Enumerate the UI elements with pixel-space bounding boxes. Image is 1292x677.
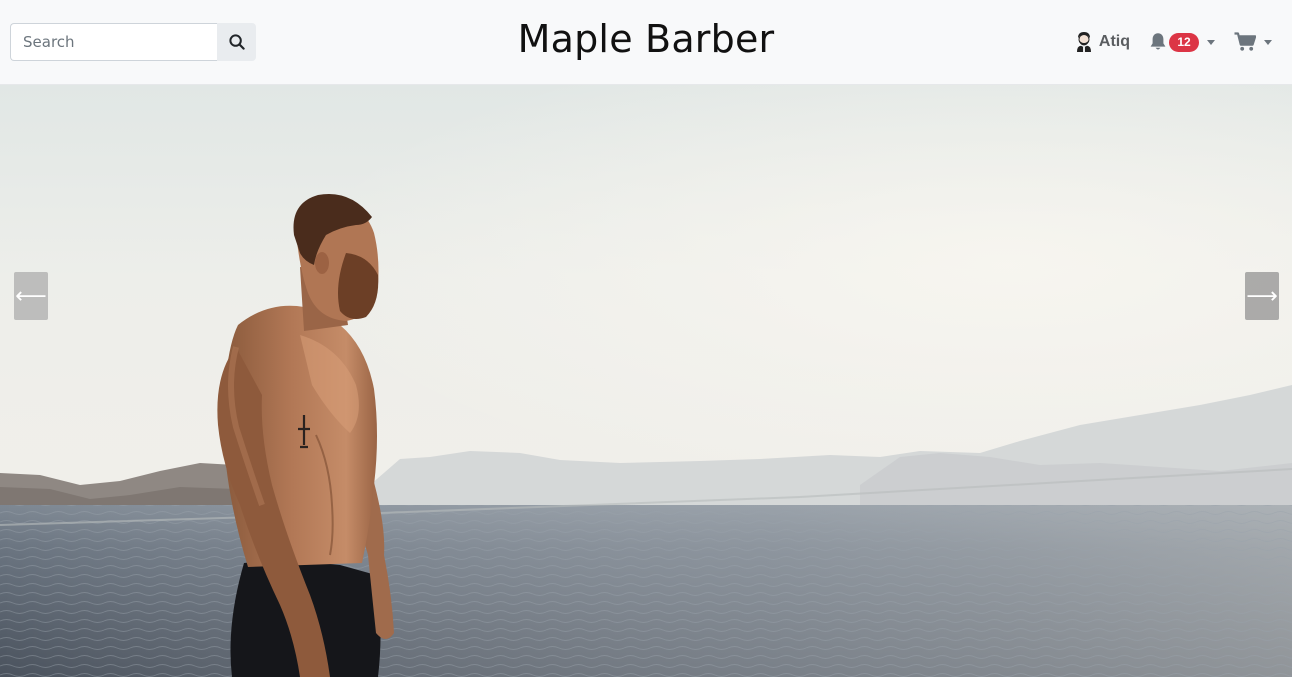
chevron-down-icon bbox=[1264, 39, 1272, 45]
search-icon bbox=[228, 34, 245, 50]
cart-dropdown[interactable] bbox=[1234, 32, 1272, 52]
cart-icon bbox=[1234, 32, 1256, 51]
barber-avatar-icon bbox=[1076, 32, 1091, 52]
bell-icon bbox=[1150, 33, 1166, 50]
user-profile-link[interactable]: Atiq bbox=[1075, 31, 1130, 53]
search-input[interactable] bbox=[10, 23, 217, 61]
carousel-prev-button[interactable]: ⟵ bbox=[14, 272, 48, 320]
arrow-left-icon: ⟵ bbox=[15, 283, 47, 309]
arrow-right-icon: ⟶ bbox=[1246, 283, 1278, 309]
nav-right-group: Atiq 12 bbox=[1075, 28, 1272, 56]
brand-title[interactable]: Maple Barber bbox=[518, 17, 775, 61]
user-name: Atiq bbox=[1098, 33, 1130, 50]
hero-slide-image bbox=[0, 85, 1292, 677]
hero-carousel: ⟵ ⟶ bbox=[0, 85, 1292, 677]
top-navbar: Maple Barber Atiq 12 bbox=[0, 0, 1292, 85]
search-button[interactable] bbox=[217, 23, 256, 61]
notifications-dropdown[interactable]: 12 bbox=[1149, 32, 1215, 52]
chevron-down-icon bbox=[1207, 39, 1215, 45]
notification-count-badge: 12 bbox=[1169, 32, 1199, 52]
carousel-next-button[interactable]: ⟶ bbox=[1245, 272, 1279, 320]
search-form bbox=[10, 23, 256, 61]
